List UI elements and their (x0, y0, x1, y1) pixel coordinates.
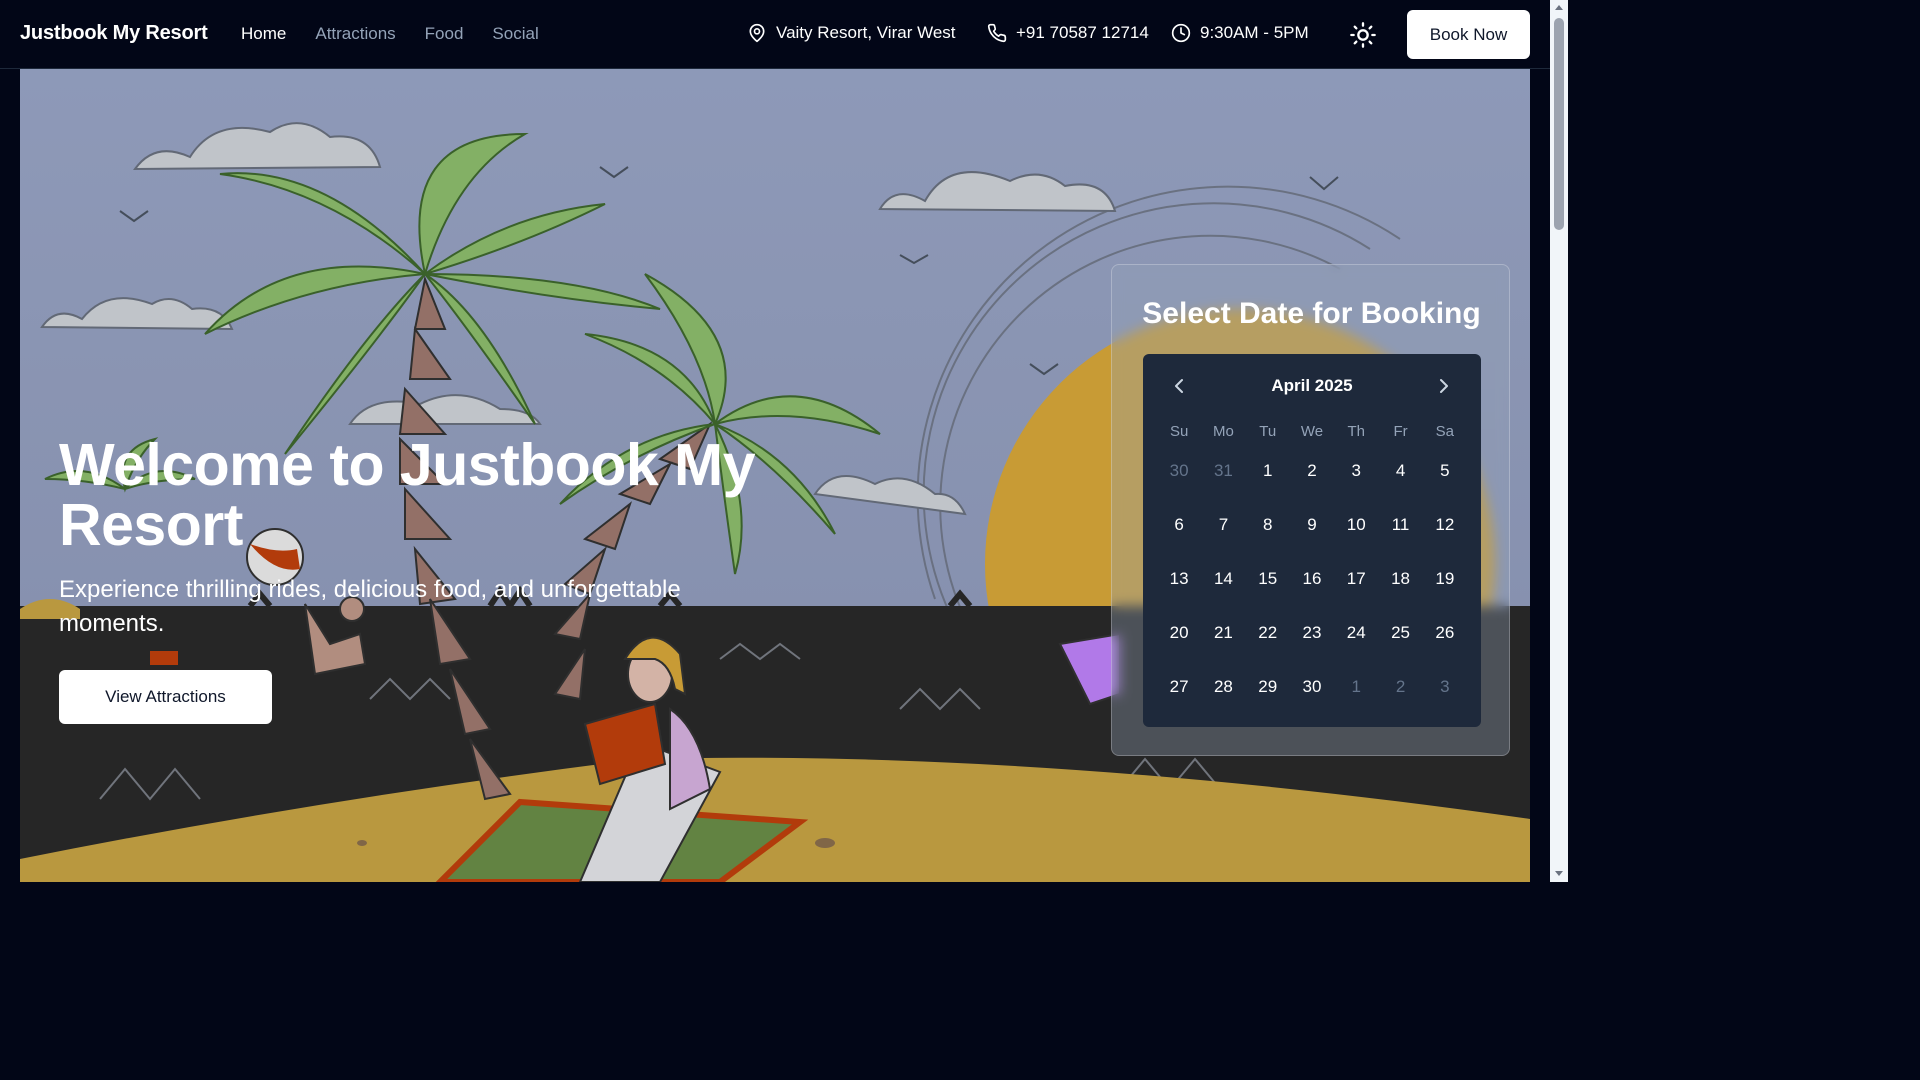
brand-logo[interactable]: Justbook My Resort (20, 22, 208, 45)
calendar-day[interactable]: 6 (1157, 515, 1201, 535)
calendar-day-outside-month[interactable]: 2 (1378, 677, 1422, 697)
hero-subtitle: Experience thrilling rides, delicious fo… (59, 576, 681, 637)
calendar-weeks: 30 31 1 2 3 4 5 6 7 8 9 10 11 12 13 14 15 16 17 18 19 20 21 22 2… (1157, 444, 1467, 714)
weekday-header-row: Su Mo Tu We Th Fr Sa (1157, 418, 1467, 444)
chevron-right-icon[interactable] (1432, 374, 1456, 398)
calendar-day[interactable]: 11 (1378, 515, 1422, 535)
sun-icon[interactable] (1349, 21, 1377, 49)
navbar: Justbook My Resort Home Attractions Food… (0, 0, 1550, 69)
weekday-label: We (1300, 422, 1324, 440)
calendar-week-row: 13 14 15 16 17 18 19 (1157, 552, 1467, 606)
calendar-day[interactable]: 13 (1157, 569, 1201, 589)
weekday-label: Su (1169, 422, 1189, 440)
scrollbar-thumb[interactable] (1554, 18, 1564, 230)
page-scrollbar[interactable] (1550, 0, 1568, 882)
calendar-day[interactable]: 20 (1157, 623, 1201, 643)
calendar-day[interactable]: 15 (1246, 569, 1290, 589)
calendar-day[interactable]: 17 (1334, 569, 1378, 589)
calendar-day[interactable]: 5 (1423, 461, 1467, 481)
calendar-day-outside-month[interactable]: 3 (1423, 677, 1467, 697)
booking-card: Select Date for Booking April 2025 Su Mo… (1111, 264, 1510, 756)
phone-text: +91 70587 12714 (1016, 23, 1149, 42)
clock-icon (1171, 23, 1191, 43)
location-info: Vaity Resort, Virar West (747, 23, 956, 43)
calendar-day[interactable]: 28 (1201, 677, 1245, 697)
calendar-header: April 2025 (1143, 372, 1481, 400)
weekday-label: Sa (1435, 422, 1454, 440)
weekday-label: Tu (1259, 422, 1277, 440)
calendar-day[interactable]: 23 (1290, 623, 1334, 643)
calendar-day[interactable]: 16 (1290, 569, 1334, 589)
calendar-day[interactable]: 21 (1201, 623, 1245, 643)
calendar-day[interactable]: 27 (1157, 677, 1201, 697)
calendar-week-row: 27 28 29 30 1 2 3 (1157, 660, 1467, 714)
map-pin-icon (749, 23, 765, 43)
hero-title: Welcome to Justbook My Resort (59, 432, 756, 558)
calendar-day[interactable]: 19 (1423, 569, 1467, 589)
date-picker-calendar: April 2025 Su Mo Tu We Th Fr Sa 30 31 1 2 3 4… (1143, 354, 1481, 727)
calendar-day[interactable]: 24 (1334, 623, 1378, 643)
calendar-day[interactable]: 8 (1246, 515, 1290, 535)
calendar-day[interactable]: 22 (1246, 623, 1290, 643)
calendar-day[interactable]: 18 (1378, 569, 1422, 589)
calendar-day-outside-month[interactable]: 30 (1157, 461, 1201, 481)
calendar-day-outside-month[interactable]: 1 (1334, 677, 1378, 697)
booking-title: Select Date for Booking (1142, 297, 1481, 330)
calendar-week-row: 6 7 8 9 10 11 12 (1157, 498, 1467, 552)
phone-icon (987, 23, 1007, 43)
calendar-day[interactable]: 2 (1290, 461, 1334, 481)
nav-links: Home Attractions Food Social (241, 24, 539, 44)
calendar-day[interactable]: 29 (1246, 677, 1290, 697)
calendar-day[interactable]: 7 (1201, 515, 1245, 535)
calendar-week-row: 30 31 1 2 3 4 5 (1157, 444, 1467, 498)
calendar-grid: Su Mo Tu We Th Fr Sa 30 31 1 2 3 4 5 6 7 8 9 10 11 12… (1157, 418, 1467, 714)
nav-link-food[interactable]: Food (425, 24, 464, 44)
scroll-down-arrow-icon[interactable] (1554, 868, 1564, 878)
calendar-day[interactable]: 25 (1378, 623, 1422, 643)
calendar-month-label: April 2025 (1271, 376, 1353, 395)
weekday-label: Th (1347, 422, 1366, 440)
nav-link-attractions[interactable]: Attractions (315, 24, 395, 44)
calendar-day[interactable]: 1 (1246, 461, 1290, 481)
phone-info: +91 70587 12714 (987, 23, 1149, 43)
calendar-week-row: 20 21 22 23 24 25 26 (1157, 606, 1467, 660)
calendar-day[interactable]: 30 (1290, 677, 1334, 697)
calendar-day-outside-month[interactable]: 31 (1201, 461, 1245, 481)
calendar-day[interactable]: 12 (1423, 515, 1467, 535)
view-attractions-button[interactable]: View Attractions (59, 670, 272, 724)
calendar-day[interactable]: 10 (1334, 515, 1378, 535)
hours-text: 9:30AM - 5PM (1200, 23, 1309, 42)
weekday-label: Fr (1393, 422, 1408, 440)
location-text: Vaity Resort, Virar West (776, 23, 956, 42)
weekday-label: Mo (1213, 422, 1234, 440)
calendar-day[interactable]: 26 (1423, 623, 1467, 643)
book-now-button[interactable]: Book Now (1407, 10, 1530, 59)
calendar-day[interactable]: 3 (1334, 461, 1378, 481)
nav-link-social[interactable]: Social (492, 24, 538, 44)
scroll-up-arrow-icon[interactable] (1554, 3, 1564, 13)
hours-info: 9:30AM - 5PM (1171, 23, 1309, 43)
nav-link-home[interactable]: Home (241, 24, 286, 44)
calendar-day[interactable]: 14 (1201, 569, 1245, 589)
calendar-day[interactable]: 9 (1290, 515, 1334, 535)
calendar-day[interactable]: 4 (1378, 461, 1422, 481)
